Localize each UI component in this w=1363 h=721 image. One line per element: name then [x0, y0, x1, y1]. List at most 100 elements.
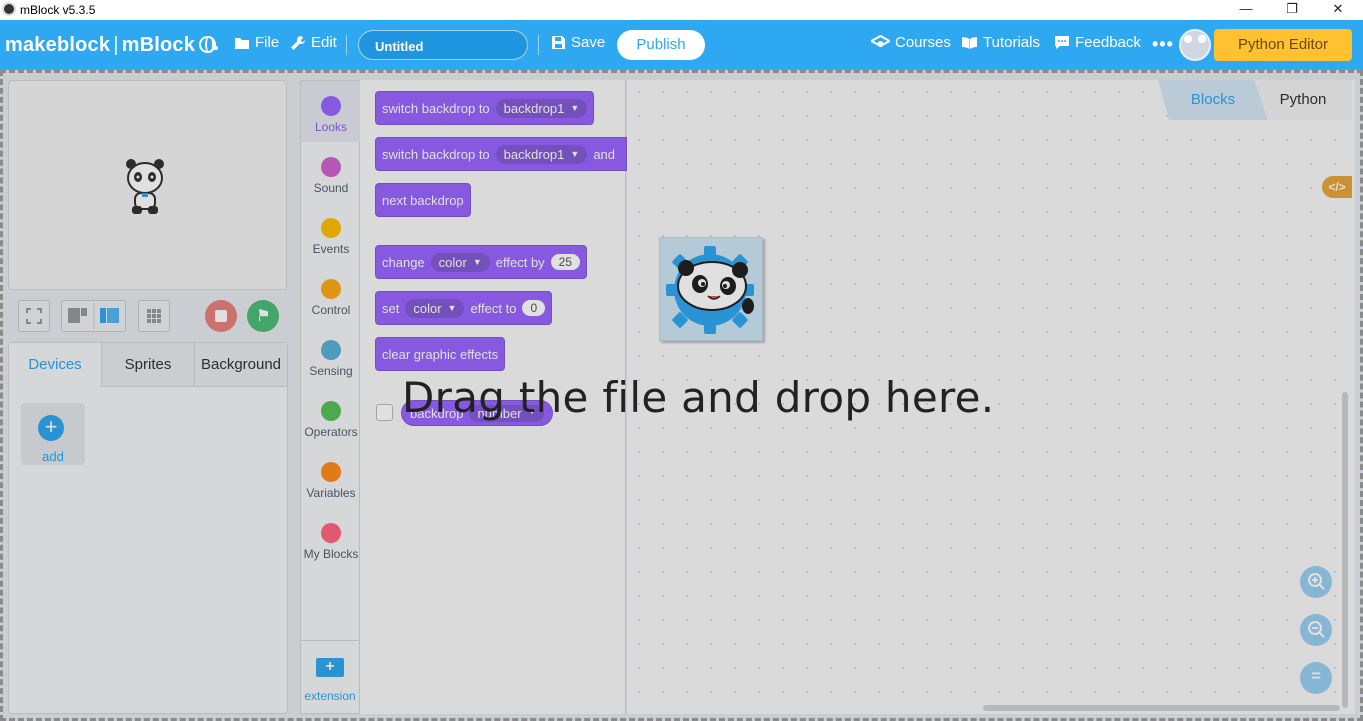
events-dot-icon: [321, 218, 341, 238]
zoom-reset-button[interactable]: =: [1300, 662, 1332, 694]
number-input[interactable]: 25: [550, 254, 581, 270]
block-switch-backdrop-and-wait[interactable]: switch backdrop to backdrop1 ▼ and: [375, 137, 627, 171]
tab-devices[interactable]: Devices: [9, 343, 102, 387]
workspace-horizontal-scrollbar[interactable]: [983, 705, 1340, 711]
tab-sprites[interactable]: Sprites: [102, 343, 195, 387]
book-icon: [962, 37, 977, 49]
brand-mblock: mBlock: [121, 34, 196, 56]
block-text: effect by: [495, 254, 545, 270]
category-operators[interactable]: Operators: [301, 386, 361, 447]
code-view-toggle[interactable]: </>: [1322, 176, 1352, 198]
green-flag-button[interactable]: [247, 300, 279, 332]
backdrop-dropdown[interactable]: backdrop1 ▼: [495, 144, 588, 164]
window-title: mBlock v5.3.5: [20, 3, 96, 17]
maximize-button[interactable]: ❐: [1269, 0, 1315, 20]
category-label: Sensing: [309, 364, 353, 378]
zoom-out-icon: [1308, 621, 1325, 638]
block-text: and: [593, 146, 616, 162]
stop-button[interactable]: [205, 300, 237, 332]
category-label: Variables: [306, 486, 356, 500]
add-device-button[interactable]: + add: [21, 403, 85, 465]
feedback-label: Feedback: [1075, 34, 1141, 51]
block-clear-graphic-effects[interactable]: clear graphic effects: [375, 337, 506, 371]
menu-bar: makeblock | mBlock File Edit Untitled Save…: [0, 20, 1363, 70]
close-button[interactable]: ✕: [1315, 0, 1361, 20]
tab-background[interactable]: Background: [195, 343, 287, 387]
number-input[interactable]: 0: [522, 300, 546, 316]
block-next-backdrop[interactable]: next backdrop: [375, 183, 471, 217]
stage-layout-icons: [68, 303, 119, 329]
tab-blocks[interactable]: Blocks: [1158, 80, 1268, 120]
category-control[interactable]: Control: [301, 264, 361, 325]
fullscreen-icon: [26, 308, 42, 324]
publish-button[interactable]: Publish: [617, 30, 705, 60]
dropdown-value: color: [438, 254, 467, 270]
add-label: add: [42, 449, 64, 464]
dropdown-arrow-icon: ▼: [447, 303, 457, 313]
looks-dot-icon: [321, 96, 341, 116]
edit-menu[interactable]: Edit: [290, 34, 337, 51]
category-label: Operators: [304, 425, 358, 439]
drop-message: Drag the file and drop here.: [402, 373, 995, 422]
panda-gear-icon: [666, 246, 754, 334]
block-set-effect[interactable]: set color ▼ effect to 0: [375, 291, 553, 325]
sound-dot-icon: [321, 157, 341, 177]
block-text: switch backdrop to: [382, 146, 490, 162]
courses-link[interactable]: Courses: [871, 34, 951, 51]
category-sensing[interactable]: Sensing: [301, 325, 361, 386]
python-editor-button[interactable]: Python Editor: [1214, 29, 1352, 61]
category-looks[interactable]: Looks: [301, 81, 361, 142]
brand-separator: |: [113, 34, 119, 56]
block-change-effect[interactable]: change color ▼ effect by 25: [375, 245, 588, 279]
menu-divider: [346, 35, 347, 55]
minimize-button[interactable]: —: [1223, 0, 1269, 20]
language-indicator-dot: [214, 46, 218, 50]
dropdown-arrow-icon: ▼: [472, 257, 482, 267]
block-text: clear graphic effects: [382, 346, 499, 362]
dropdown-value: backdrop1: [503, 146, 565, 162]
category-variables[interactable]: Variables: [301, 447, 361, 508]
extension-button[interactable]: + extension: [300, 640, 360, 714]
backdrop-reporter-checkbox[interactable]: [376, 404, 393, 421]
effect-dropdown[interactable]: color ▼: [430, 252, 490, 272]
code-view-tabs: Blocks Python: [1158, 80, 1352, 120]
tutorials-link[interactable]: Tutorials: [961, 34, 1040, 51]
variables-dot-icon: [321, 462, 341, 482]
category-label: Control: [311, 303, 351, 317]
tab-python[interactable]: Python: [1254, 80, 1352, 120]
block-switch-backdrop[interactable]: switch backdrop to backdrop1 ▼: [375, 91, 595, 125]
edit-menu-label: Edit: [311, 34, 337, 51]
project-title-input[interactable]: Untitled: [358, 30, 528, 60]
category-label: Looks: [314, 120, 348, 134]
zoom-in-icon: [1308, 573, 1325, 590]
workspace-vertical-scrollbar[interactable]: [1342, 392, 1348, 708]
sprite-device-panel: Devices Sprites Background: [8, 342, 288, 714]
grid-icon: [147, 309, 161, 323]
zoom-out-button[interactable]: [1300, 614, 1332, 646]
more-menu-button[interactable]: •••: [1152, 34, 1174, 55]
fullscreen-button[interactable]: [18, 300, 50, 332]
feedback-chat-icon: [1055, 36, 1069, 49]
grid-view-button[interactable]: [138, 300, 170, 332]
category-label: Sound: [313, 181, 349, 195]
wrench-icon: [291, 35, 305, 50]
control-dot-icon: [321, 279, 341, 299]
block-text: change: [382, 254, 425, 270]
feedback-link[interactable]: Feedback: [1054, 34, 1141, 51]
panda-sprite-icon: [126, 159, 164, 214]
block-categories: Looks Sound Events Control Sensing Opera…: [300, 80, 361, 714]
user-avatar[interactable]: [1179, 29, 1211, 61]
dropdown-arrow-icon: ▼: [570, 149, 580, 159]
save-button[interactable]: Save: [551, 34, 605, 51]
category-events[interactable]: Events: [301, 203, 361, 264]
file-menu[interactable]: File: [234, 34, 279, 51]
save-label: Save: [571, 34, 606, 51]
category-sound[interactable]: Sound: [301, 142, 361, 203]
effect-dropdown[interactable]: color ▼: [405, 298, 465, 318]
language-globe-icon[interactable]: [199, 36, 216, 53]
dropdown-arrow-icon: ▼: [570, 103, 580, 113]
stage-layout-toggle[interactable]: [61, 300, 126, 332]
backdrop-dropdown[interactable]: backdrop1 ▼: [495, 98, 588, 118]
zoom-in-button[interactable]: [1300, 566, 1332, 598]
category-my-blocks[interactable]: My Blocks: [301, 508, 361, 569]
